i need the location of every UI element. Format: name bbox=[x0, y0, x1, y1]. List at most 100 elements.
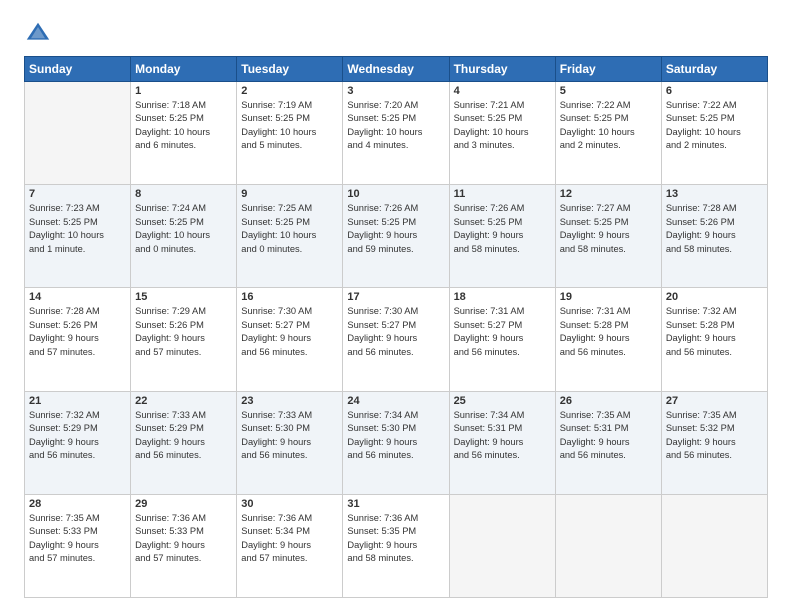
day-number: 27 bbox=[666, 395, 763, 407]
day-info: Sunrise: 7:32 AMSunset: 5:28 PMDaylight:… bbox=[666, 305, 763, 359]
day-number: 25 bbox=[454, 395, 551, 407]
day-info: Sunrise: 7:35 AMSunset: 5:31 PMDaylight:… bbox=[560, 409, 657, 463]
day-number: 9 bbox=[241, 188, 338, 200]
day-number: 17 bbox=[347, 291, 444, 303]
day-info: Sunrise: 7:27 AMSunset: 5:25 PMDaylight:… bbox=[560, 202, 657, 256]
header bbox=[24, 20, 768, 48]
calendar-cell: 4 Sunrise: 7:21 AMSunset: 5:25 PMDaylight… bbox=[449, 82, 555, 185]
day-number: 4 bbox=[454, 85, 551, 97]
day-number: 21 bbox=[29, 395, 126, 407]
calendar-cell: 17 Sunrise: 7:30 AMSunset: 5:27 PMDayligh… bbox=[343, 288, 449, 391]
calendar-cell: 11 Sunrise: 7:26 AMSunset: 5:25 PMDayligh… bbox=[449, 185, 555, 288]
day-number: 24 bbox=[347, 395, 444, 407]
day-info: Sunrise: 7:28 AMSunset: 5:26 PMDaylight:… bbox=[29, 305, 126, 359]
day-number: 19 bbox=[560, 291, 657, 303]
calendar-header-thursday: Thursday bbox=[449, 57, 555, 82]
day-number: 28 bbox=[29, 498, 126, 510]
calendar-cell: 28 Sunrise: 7:35 AMSunset: 5:33 PMDayligh… bbox=[25, 494, 131, 597]
calendar-cell: 7Sunrise: 7:23 AMSunset: 5:25 PMDaylight… bbox=[25, 185, 131, 288]
calendar-cell: 26 Sunrise: 7:35 AMSunset: 5:31 PMDayligh… bbox=[555, 391, 661, 494]
calendar-cell: 1Sunrise: 7:18 AMSunset: 5:25 PMDaylight… bbox=[131, 82, 237, 185]
day-number: 26 bbox=[560, 395, 657, 407]
calendar-cell: 6 Sunrise: 7:22 AMSunset: 5:25 PMDaylight… bbox=[661, 82, 767, 185]
day-info: Sunrise: 7:35 AMSunset: 5:33 PMDaylight:… bbox=[29, 512, 126, 566]
calendar-cell: 25 Sunrise: 7:34 AMSunset: 5:31 PMDayligh… bbox=[449, 391, 555, 494]
day-info: Sunrise: 7:25 AMSunset: 5:25 PMDaylight:… bbox=[241, 202, 338, 256]
day-info: Sunrise: 7:32 AMSunset: 5:29 PMDaylight:… bbox=[29, 409, 126, 463]
day-info: Sunrise: 7:18 AMSunset: 5:25 PMDaylight:… bbox=[135, 99, 232, 153]
day-number: 6 bbox=[666, 85, 763, 97]
calendar-week-4: 21 Sunrise: 7:32 AMSunset: 5:29 PMDayligh… bbox=[25, 391, 768, 494]
calendar-cell bbox=[25, 82, 131, 185]
day-info: Sunrise: 7:21 AMSunset: 5:25 PMDaylight:… bbox=[454, 99, 551, 153]
day-info: Sunrise: 7:33 AMSunset: 5:30 PMDaylight:… bbox=[241, 409, 338, 463]
day-number: 20 bbox=[666, 291, 763, 303]
day-number: 13 bbox=[666, 188, 763, 200]
day-number: 11 bbox=[454, 188, 551, 200]
logo-icon bbox=[24, 20, 52, 48]
calendar-cell: 12 Sunrise: 7:27 AMSunset: 5:25 PMDayligh… bbox=[555, 185, 661, 288]
day-number: 18 bbox=[454, 291, 551, 303]
calendar-header-tuesday: Tuesday bbox=[237, 57, 343, 82]
day-info: Sunrise: 7:34 AMSunset: 5:30 PMDaylight:… bbox=[347, 409, 444, 463]
day-info: Sunrise: 7:28 AMSunset: 5:26 PMDaylight:… bbox=[666, 202, 763, 256]
day-info: Sunrise: 7:36 AMSunset: 5:35 PMDaylight:… bbox=[347, 512, 444, 566]
calendar-cell: 29 Sunrise: 7:36 AMSunset: 5:33 PMDayligh… bbox=[131, 494, 237, 597]
day-number: 29 bbox=[135, 498, 232, 510]
calendar-cell: 27 Sunrise: 7:35 AMSunset: 5:32 PMDayligh… bbox=[661, 391, 767, 494]
calendar-week-1: 1Sunrise: 7:18 AMSunset: 5:25 PMDaylight… bbox=[25, 82, 768, 185]
calendar-cell: 19Sunrise: 7:31 AMSunset: 5:28 PMDayligh… bbox=[555, 288, 661, 391]
day-info: Sunrise: 7:19 AMSunset: 5:25 PMDaylight:… bbox=[241, 99, 338, 153]
calendar-cell: 2 Sunrise: 7:19 AMSunset: 5:25 PMDaylight… bbox=[237, 82, 343, 185]
calendar-cell: 8 Sunrise: 7:24 AMSunset: 5:25 PMDaylight… bbox=[131, 185, 237, 288]
calendar-cell: 14 Sunrise: 7:28 AMSunset: 5:26 PMDayligh… bbox=[25, 288, 131, 391]
day-number: 10 bbox=[347, 188, 444, 200]
calendar-cell: 20 Sunrise: 7:32 AMSunset: 5:28 PMDayligh… bbox=[661, 288, 767, 391]
day-number: 14 bbox=[29, 291, 126, 303]
day-info: Sunrise: 7:29 AMSunset: 5:26 PMDaylight:… bbox=[135, 305, 232, 359]
day-info: Sunrise: 7:30 AMSunset: 5:27 PMDaylight:… bbox=[347, 305, 444, 359]
calendar-cell: 16 Sunrise: 7:30 AMSunset: 5:27 PMDayligh… bbox=[237, 288, 343, 391]
day-number: 2 bbox=[241, 85, 338, 97]
day-info: Sunrise: 7:36 AMSunset: 5:34 PMDaylight:… bbox=[241, 512, 338, 566]
day-info: Sunrise: 7:36 AMSunset: 5:33 PMDaylight:… bbox=[135, 512, 232, 566]
calendar-cell: 10 Sunrise: 7:26 AMSunset: 5:25 PMDayligh… bbox=[343, 185, 449, 288]
day-info: Sunrise: 7:20 AMSunset: 5:25 PMDaylight:… bbox=[347, 99, 444, 153]
day-number: 7 bbox=[29, 188, 126, 200]
calendar-cell: 22 Sunrise: 7:33 AMSunset: 5:29 PMDayligh… bbox=[131, 391, 237, 494]
day-info: Sunrise: 7:24 AMSunset: 5:25 PMDaylight:… bbox=[135, 202, 232, 256]
day-info: Sunrise: 7:35 AMSunset: 5:32 PMDaylight:… bbox=[666, 409, 763, 463]
calendar-header-monday: Monday bbox=[131, 57, 237, 82]
page: SundayMondayTuesdayWednesdayThursdayFrid… bbox=[0, 0, 792, 612]
logo bbox=[24, 20, 54, 48]
calendar-header-sunday: Sunday bbox=[25, 57, 131, 82]
calendar-cell bbox=[449, 494, 555, 597]
day-number: 22 bbox=[135, 395, 232, 407]
calendar-cell: 9 Sunrise: 7:25 AMSunset: 5:25 PMDaylight… bbox=[237, 185, 343, 288]
day-number: 15 bbox=[135, 291, 232, 303]
day-number: 30 bbox=[241, 498, 338, 510]
day-info: Sunrise: 7:33 AMSunset: 5:29 PMDaylight:… bbox=[135, 409, 232, 463]
day-number: 5 bbox=[560, 85, 657, 97]
day-number: 12 bbox=[560, 188, 657, 200]
day-info: Sunrise: 7:26 AMSunset: 5:25 PMDaylight:… bbox=[347, 202, 444, 256]
calendar-cell: 24 Sunrise: 7:34 AMSunset: 5:30 PMDayligh… bbox=[343, 391, 449, 494]
calendar-cell: 18Sunrise: 7:31 AMSunset: 5:27 PMDayligh… bbox=[449, 288, 555, 391]
calendar-cell: 21 Sunrise: 7:32 AMSunset: 5:29 PMDayligh… bbox=[25, 391, 131, 494]
calendar-cell: 5 Sunrise: 7:22 AMSunset: 5:25 PMDaylight… bbox=[555, 82, 661, 185]
day-number: 16 bbox=[241, 291, 338, 303]
calendar-cell: 13 Sunrise: 7:28 AMSunset: 5:26 PMDayligh… bbox=[661, 185, 767, 288]
day-info: Sunrise: 7:34 AMSunset: 5:31 PMDaylight:… bbox=[454, 409, 551, 463]
day-info: Sunrise: 7:22 AMSunset: 5:25 PMDaylight:… bbox=[560, 99, 657, 153]
calendar-header-row: SundayMondayTuesdayWednesdayThursdayFrid… bbox=[25, 57, 768, 82]
day-info: Sunrise: 7:26 AMSunset: 5:25 PMDaylight:… bbox=[454, 202, 551, 256]
calendar-cell: 31Sunrise: 7:36 AMSunset: 5:35 PMDayligh… bbox=[343, 494, 449, 597]
calendar-header-wednesday: Wednesday bbox=[343, 57, 449, 82]
day-number: 8 bbox=[135, 188, 232, 200]
calendar-week-3: 14 Sunrise: 7:28 AMSunset: 5:26 PMDayligh… bbox=[25, 288, 768, 391]
calendar-header-saturday: Saturday bbox=[661, 57, 767, 82]
calendar-cell: 23Sunrise: 7:33 AMSunset: 5:30 PMDayligh… bbox=[237, 391, 343, 494]
calendar-header-friday: Friday bbox=[555, 57, 661, 82]
day-info: Sunrise: 7:30 AMSunset: 5:27 PMDaylight:… bbox=[241, 305, 338, 359]
day-info: Sunrise: 7:22 AMSunset: 5:25 PMDaylight:… bbox=[666, 99, 763, 153]
